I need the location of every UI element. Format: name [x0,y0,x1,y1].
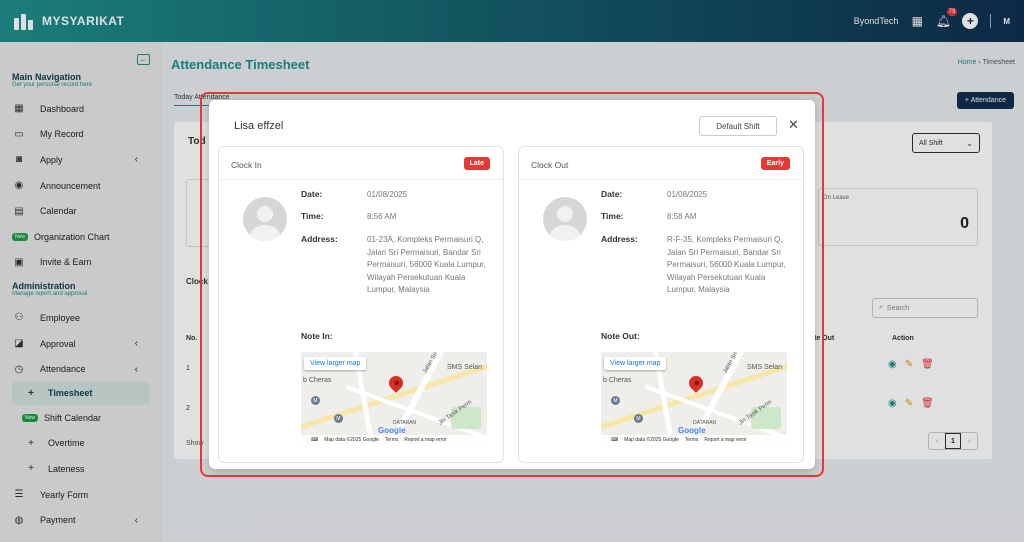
map-terms-link[interactable]: Terms [385,437,399,443]
keyboard-icon[interactable]: ⌨ [311,437,318,443]
clock-in-title: Clock In [231,160,262,170]
view-larger-map-link[interactable]: View larger map [304,357,367,370]
status-badge: Early [760,157,790,170]
address-label: Address: [601,234,638,244]
transit-icon: M [334,414,343,423]
time-label: Time: [601,211,624,221]
modal-title: Lisa effzel [234,120,284,132]
status-badge: Late [463,157,490,170]
map-data-text: Map data ©2025 Google [324,437,379,443]
address-value: R-F-35, Kompleks Permaisuri Q, Jalan Sri… [667,235,786,294]
clock-out-title: Clock Out [531,160,569,170]
map-label: SMS Selan [447,364,483,371]
transit-icon: M [634,414,643,423]
note-label: Note In: [301,331,333,341]
close-icon[interactable]: ✕ [788,117,799,133]
clock-in-panel: Clock In Late Date: 01/08/2025 Time: 8:5… [218,146,504,463]
keyboard-icon[interactable]: ⌨ [611,437,618,443]
date-label: Date: [301,189,323,199]
map-pin-icon [386,373,406,393]
divider [519,179,803,180]
map-data-text: Map data ©2025 Google [624,437,679,443]
attendance-detail-modal: Lisa effzel Default Shift ✕ Clock In Lat… [209,100,815,469]
map-report-link[interactable]: Report a map error [404,437,446,443]
view-larger-map-link[interactable]: View larger map [604,357,667,370]
address-label: Address: [301,234,338,244]
map-pin-icon [686,373,706,393]
transit-icon: M [611,396,620,405]
location-map[interactable]: View larger map SMS Selan b Cheras Jalan… [301,352,487,445]
date-value: 01/08/2025 [367,190,408,199]
transit-icon: M [311,396,320,405]
map-report-link[interactable]: Report a map error [704,437,746,443]
divider [219,179,503,180]
time-value: 8:58 AM [667,212,697,221]
map-label: SMS Selan [747,364,783,371]
location-map[interactable]: View larger map SMS Selan b Cheras Jalan… [601,352,787,445]
map-footer: ⌨ Map data ©2025 Google Terms Report a m… [601,435,787,445]
map-label: b Cheras [303,377,332,384]
date-label: Date: [601,189,623,199]
time-value: 8:56 AM [367,212,397,221]
map-label: b Cheras [603,377,632,384]
clock-out-panel: Clock Out Early Date: 01/08/2025 Time: 8… [518,146,804,463]
shift-chip: Default Shift [699,116,777,136]
time-label: Time: [301,211,324,221]
map-footer: ⌨ Map data ©2025 Google Terms Report a m… [301,435,487,445]
google-logo: Google [378,426,406,435]
avatar [243,197,287,241]
avatar [543,197,587,241]
address-value: 01-23A, Kompleks Permaisuri Q, Jalan Sri… [367,235,486,294]
date-value: 01/08/2025 [667,190,708,199]
note-label: Note Out: [601,331,640,341]
google-logo: Google [678,426,706,435]
map-terms-link[interactable]: Terms [685,437,699,443]
